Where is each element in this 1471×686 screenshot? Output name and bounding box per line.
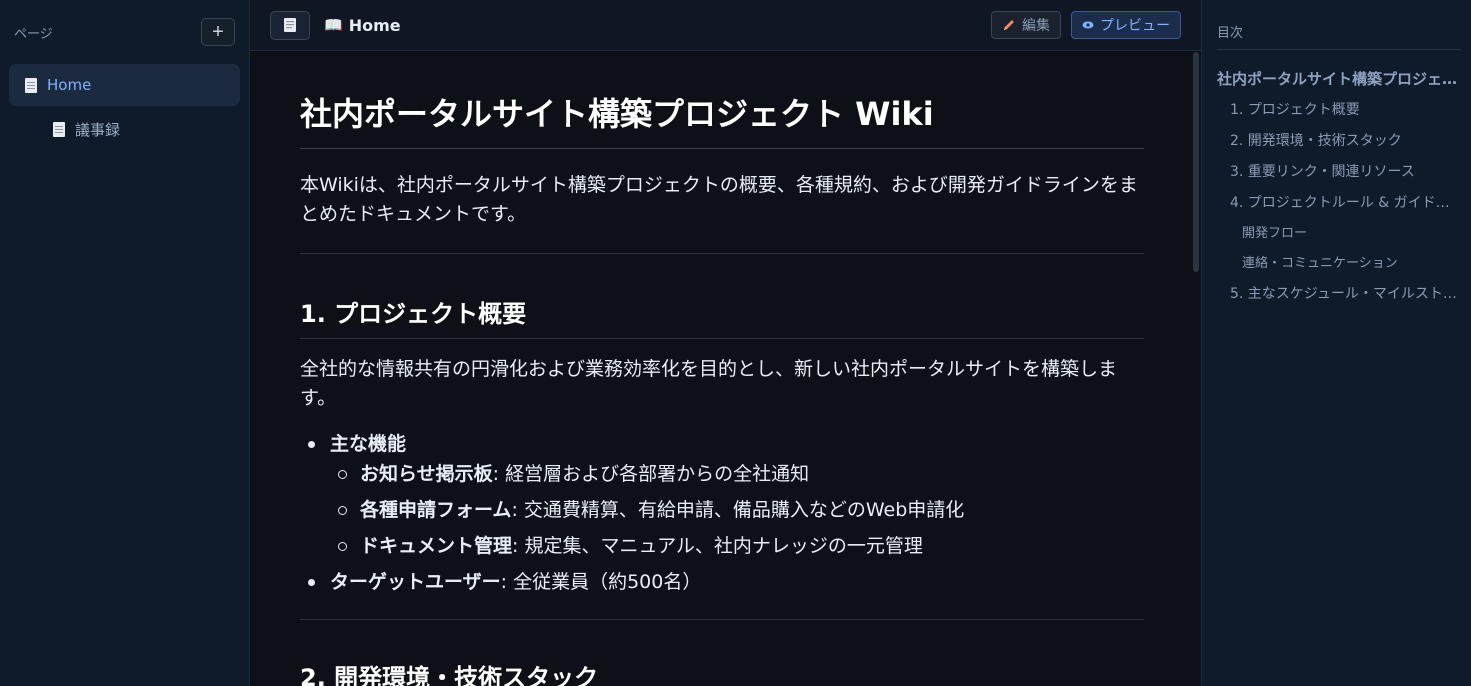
main-pane: 📖 Home 編集 プレビュー 社内ポータルサイト構築プロジェクト Wiki 本… [250, 0, 1201, 686]
toc-item[interactable]: 1. プロジェクト概要 [1217, 95, 1461, 126]
feature-name: お知らせ掲示板 [360, 463, 493, 485]
view-mode-actions: 編集 プレビュー [991, 11, 1181, 39]
target-desc: : 全従業員（約500名） [500, 571, 702, 593]
sub-list: お知らせ掲示板: 経営層および各部署からの全社通知 各種申請フォーム: 交通費精… [330, 460, 1144, 561]
table-of-contents: 目次 社内ポータルサイト構築プロジェクト Wiki 1. プロジェクト概要 2.… [1201, 0, 1471, 686]
page-sidebar: ページ + Home 議事録 [0, 0, 250, 686]
feature-name: 各種申請フォーム [360, 499, 512, 521]
eye-icon [1082, 21, 1094, 29]
list-item: 主な機能 お知らせ掲示板: 経営層および各部署からの全社通知 各種申請フォーム:… [308, 430, 1144, 561]
toc-item[interactable]: 社内ポータルサイト構築プロジェクト Wiki [1217, 64, 1461, 95]
wiki-content: 社内ポータルサイト構築プロジェクト Wiki 本Wikiは、社内ポータルサイト構… [300, 51, 1144, 686]
preview-label: プレビュー [1100, 18, 1170, 34]
sidebar-item-label: 議事録 [75, 120, 121, 139]
list-item: 各種申請フォーム: 交通費精算、有給申請、備品購入などのWeb申請化 [338, 496, 1144, 525]
page-title: 社内ポータルサイト構築プロジェクト Wiki [300, 89, 1144, 149]
breadcrumb: 📖 Home [324, 16, 401, 35]
wiki-app: ページ + Home 議事録 📖 Home 編集 プレビュー 社内ポータルサイト… [0, 0, 1471, 686]
toc-item[interactable]: 連絡・コミュニケーション [1217, 249, 1461, 279]
topbar: 📖 Home 編集 プレビュー [250, 0, 1201, 51]
list-item-label: ターゲットユーザー [330, 571, 501, 593]
divider [300, 253, 1144, 254]
feature-name: ドキュメント管理 [360, 535, 513, 557]
document-icon [53, 121, 65, 137]
document-icon [25, 77, 37, 93]
feature-list: 主な機能 お知らせ掲示板: 経営層および各部署からの全社通知 各種申請フォーム:… [300, 430, 1144, 597]
sidebar-header: ページ + [0, 0, 249, 64]
toc-title: 目次 [1217, 22, 1461, 50]
toc-item[interactable]: 3. 重要リンク・関連リソース [1217, 157, 1461, 188]
scrollbar-thumb[interactable] [1193, 52, 1199, 272]
section-paragraph: 全社的な情報共有の円滑化および業務効率化を目的とし、新しい社内ポータルサイトを構… [300, 358, 1118, 409]
edit-button[interactable]: 編集 [991, 11, 1061, 39]
sidebar-toggle-button[interactable] [270, 10, 310, 40]
feature-desc: : 交通費精算、有給申請、備品購入などのWeb申請化 [511, 499, 965, 521]
feature-desc: : 規定集、マニュアル、社内ナレッジの一元管理 [512, 535, 923, 557]
sidebar-title: ページ [14, 26, 53, 42]
list-item-label: 主な機能 [330, 433, 407, 455]
section-heading: 2. 開発環境・技術スタック [300, 658, 1144, 686]
section-heading: 1. プロジェクト概要 [300, 294, 1144, 339]
sidebar-item-label: Home [47, 76, 92, 94]
list-item: ターゲットユーザー: 全従業員（約500名） [308, 568, 1144, 597]
toc-item[interactable]: 4. プロジェクトルール & ガイドライン [1217, 188, 1461, 219]
book-icon: 📖 [324, 16, 343, 34]
edit-label: 編集 [1022, 18, 1050, 34]
toc-item[interactable]: 開発フロー [1217, 219, 1461, 249]
divider [300, 619, 1144, 620]
feature-desc: : 経営層および各部署からの全社通知 [492, 463, 810, 485]
sidebar-item-minutes[interactable]: 議事録 [9, 108, 240, 150]
add-page-button[interactable]: + [201, 18, 235, 46]
preview-button[interactable]: プレビュー [1071, 11, 1181, 39]
list-item: お知らせ掲示板: 経営層および各部署からの全社通知 [338, 460, 1144, 489]
sidebar-toggle-icon [284, 18, 296, 32]
intro-paragraph: 本Wikiは、社内ポータルサイト構築プロジェクトの概要、各種規約、および開発ガイ… [300, 174, 1138, 225]
toc-item[interactable]: 2. 開発環境・技術スタック [1217, 126, 1461, 157]
list-item: ドキュメント管理: 規定集、マニュアル、社内ナレッジの一元管理 [338, 532, 1144, 561]
toc-item[interactable]: 5. 主なスケジュール・マイルストーン [1217, 279, 1461, 310]
pencil-icon [1004, 20, 1014, 30]
sidebar-item-home[interactable]: Home [9, 64, 240, 106]
breadcrumb-title: Home [348, 15, 401, 35]
toc-list: 社内ポータルサイト構築プロジェクト Wiki 1. プロジェクト概要 2. 開発… [1217, 64, 1461, 310]
